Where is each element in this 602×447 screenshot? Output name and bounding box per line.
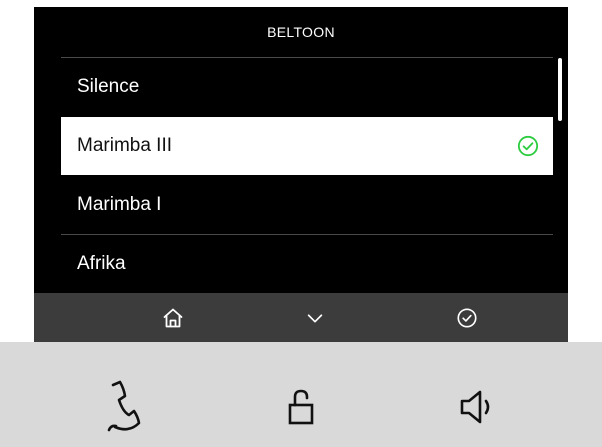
- speaker-icon: [460, 390, 490, 424]
- scrollbar[interactable]: [558, 58, 562, 284]
- scroll-down-button[interactable]: [275, 293, 355, 342]
- home-button[interactable]: [133, 293, 213, 342]
- chevron-down-icon: [307, 313, 323, 322]
- confirm-button[interactable]: [427, 293, 507, 342]
- unlock-button[interactable]: [256, 372, 346, 442]
- unlock-icon: [288, 389, 314, 425]
- list-item-marimba-i[interactable]: Marimba I: [61, 176, 553, 234]
- list-item-label: Afrika: [77, 253, 126, 274]
- screen-title: BELTOON: [267, 24, 335, 40]
- list-item-label: Marimba I: [77, 194, 162, 215]
- check-circle-icon: [517, 135, 539, 157]
- ringtone-list: Silence Marimba III Marimba I Afrika: [61, 58, 553, 293]
- handset-icon: [107, 380, 141, 432]
- scrollbar-thumb[interactable]: [558, 58, 562, 121]
- check-circle-icon: [457, 307, 477, 328]
- hardware-panel: [0, 342, 602, 447]
- list-item-afrika[interactable]: Afrika: [61, 235, 553, 293]
- list-item-label: Marimba III: [77, 135, 173, 156]
- list-item-silence[interactable]: Silence: [61, 58, 553, 116]
- display-screen: BELTOON Silence Marimba III Marimba I Af…: [34, 7, 568, 342]
- nav-bar: [34, 293, 568, 342]
- call-button[interactable]: [78, 372, 168, 442]
- home-icon: [163, 308, 183, 327]
- list-item-label: Silence: [77, 76, 140, 97]
- list-item-marimba-iii[interactable]: Marimba III: [61, 117, 553, 175]
- intercom-device: BELTOON Silence Marimba III Marimba I Af…: [0, 0, 602, 447]
- volume-button[interactable]: [431, 372, 521, 442]
